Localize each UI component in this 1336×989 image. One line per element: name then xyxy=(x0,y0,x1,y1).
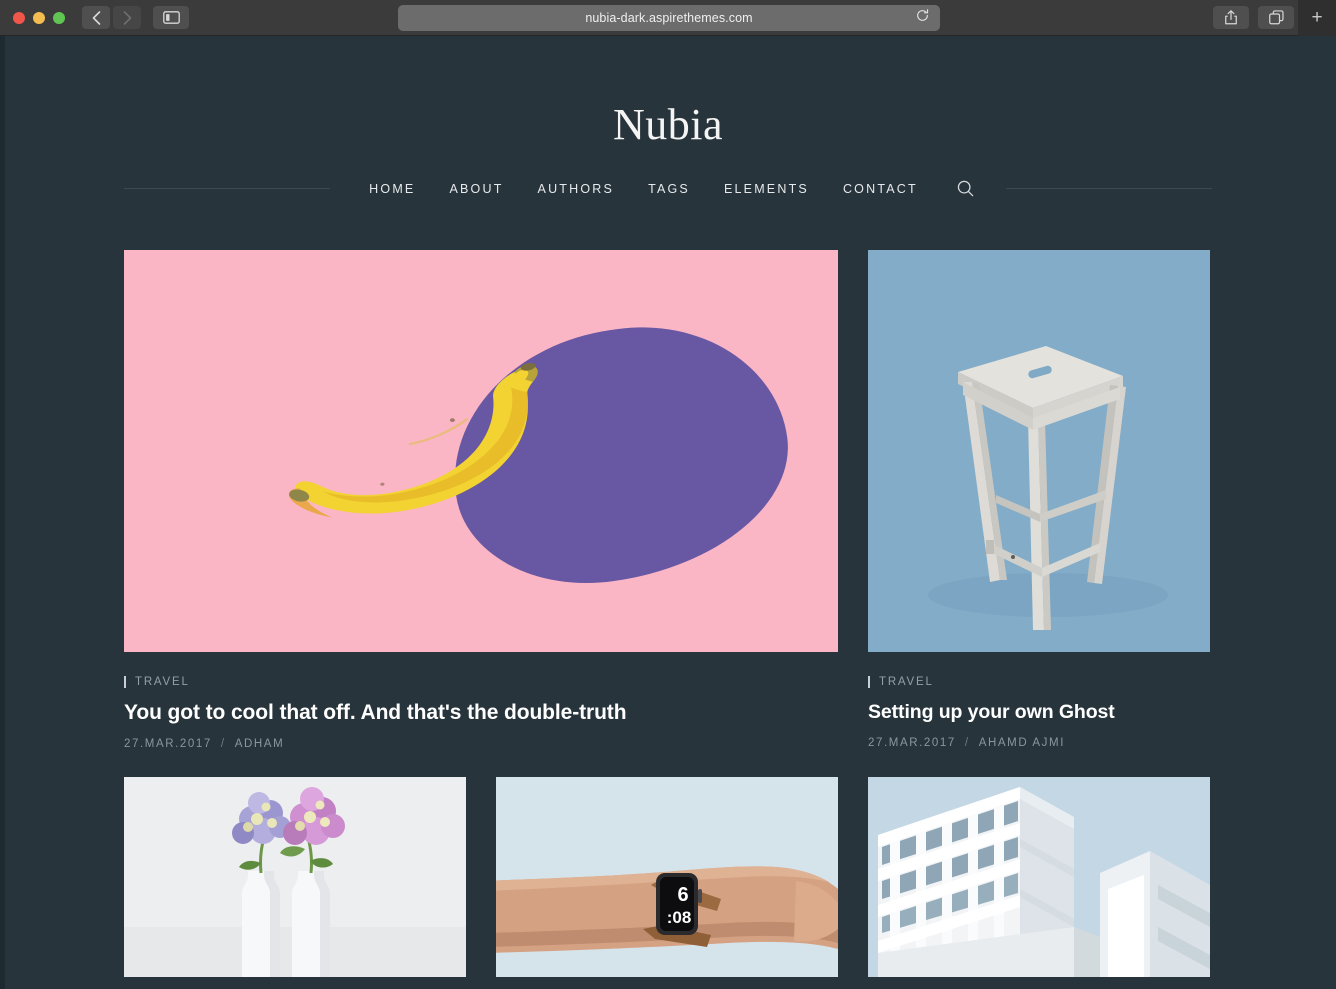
chevron-right-icon xyxy=(123,10,131,25)
url-text: nubia-dark.aspirethemes.com xyxy=(585,11,753,25)
search-button[interactable] xyxy=(935,180,984,197)
post-thumbnail-flowers[interactable] xyxy=(124,777,466,977)
tag-bar-icon xyxy=(124,676,126,688)
post-card-flowers[interactable] xyxy=(124,777,466,977)
sidebar-toggle-icon xyxy=(162,11,180,24)
new-tab-label: + xyxy=(1311,7,1323,28)
new-tab-button[interactable]: + xyxy=(1298,0,1336,36)
minimize-window-button[interactable] xyxy=(33,11,45,24)
toolbar-right-actions xyxy=(1213,6,1294,29)
smartwatch-illustration: 6 :08 xyxy=(496,777,838,977)
back-button[interactable] xyxy=(82,6,110,29)
nav-item-about[interactable]: ABOUT xyxy=(432,182,520,196)
reload-button[interactable] xyxy=(916,9,929,27)
address-bar[interactable]: nubia-dark.aspirethemes.com xyxy=(398,5,940,31)
post-category-label: TRAVEL xyxy=(135,676,190,688)
building-illustration xyxy=(868,777,1210,977)
post-title-secondary[interactable]: Setting up your own Ghost xyxy=(868,701,1210,724)
forward-button[interactable] xyxy=(113,6,141,29)
stool-illustration xyxy=(868,250,1210,652)
post-category-label: TRAVEL xyxy=(879,676,934,688)
post-grid-row-1: TRAVEL You got to cool that off. And tha… xyxy=(0,250,1336,750)
window-left-edge xyxy=(0,36,5,989)
chevron-left-icon xyxy=(92,10,100,25)
share-icon xyxy=(1225,10,1237,25)
nubia-blog-page: Nubia HOME ABOUT AUTHORS TAGS ELEMENTS C… xyxy=(0,36,1336,977)
page-viewport: Nubia HOME ABOUT AUTHORS TAGS ELEMENTS C… xyxy=(0,36,1336,989)
post-card-secondary[interactable]: TRAVEL Setting up your own Ghost 27.MAR.… xyxy=(868,250,1210,750)
nav-rule-right xyxy=(1005,188,1213,189)
browser-window: nubia-dark.aspirethemes.com + Nubia HOME… xyxy=(0,0,1336,989)
post-category-secondary[interactable]: TRAVEL xyxy=(868,676,1210,688)
post-author[interactable]: ADHAM xyxy=(235,738,285,750)
banana-illustration xyxy=(267,359,645,544)
meta-separator: / xyxy=(964,737,970,749)
show-tabs-button[interactable] xyxy=(1258,6,1294,29)
nav-item-home[interactable]: HOME xyxy=(352,182,432,196)
show-tabs-icon xyxy=(1268,10,1284,25)
post-date: 27.MAR.2017 xyxy=(124,738,212,750)
window-traffic-lights xyxy=(0,11,65,24)
flowers-illustration xyxy=(124,777,466,977)
post-grid-row-2: 6 :08 xyxy=(0,777,1336,977)
nav-rule-left xyxy=(124,188,331,189)
nav-item-contact[interactable]: CONTACT xyxy=(826,182,935,196)
nav-item-authors[interactable]: AUTHORS xyxy=(521,182,632,196)
post-thumbnail-building[interactable] xyxy=(868,777,1210,977)
site-header-nav: HOME ABOUT AUTHORS TAGS ELEMENTS CONTACT xyxy=(0,180,1336,197)
close-window-button[interactable] xyxy=(13,11,25,24)
post-date: 27.MAR.2017 xyxy=(868,737,956,749)
post-category-featured[interactable]: TRAVEL xyxy=(124,676,838,688)
nav-item-tags[interactable]: TAGS xyxy=(631,182,707,196)
navigation-buttons xyxy=(82,6,141,29)
post-title-featured[interactable]: You got to cool that off. And that's the… xyxy=(124,701,838,725)
main-navigation: HOME ABOUT AUTHORS TAGS ELEMENTS CONTACT xyxy=(330,180,1006,197)
svg-text::08: :08 xyxy=(667,908,692,927)
search-icon xyxy=(957,180,974,197)
reload-icon xyxy=(917,9,929,21)
post-author[interactable]: AHAMD AJMI xyxy=(979,737,1065,749)
post-thumbnail-watch[interactable]: 6 :08 xyxy=(496,777,838,977)
sidebar-button-wrap xyxy=(153,6,189,29)
sidebar-toggle-button[interactable] xyxy=(153,6,189,29)
svg-text:6: 6 xyxy=(677,884,688,906)
nav-item-elements[interactable]: ELEMENTS xyxy=(707,182,826,196)
post-card-building[interactable] xyxy=(868,777,1210,977)
address-bar-wrap: nubia-dark.aspirethemes.com xyxy=(398,5,940,31)
post-meta-secondary: 27.MAR.2017 / AHAMD AJMI xyxy=(868,737,1210,749)
site-title: Nubia xyxy=(612,100,724,149)
post-card-featured[interactable]: TRAVEL You got to cool that off. And tha… xyxy=(124,250,838,750)
post-thumbnail-banana[interactable] xyxy=(124,250,838,652)
meta-separator: / xyxy=(220,738,226,750)
post-meta-featured: 27.MAR.2017 / ADHAM xyxy=(124,738,838,750)
share-button[interactable] xyxy=(1213,6,1249,29)
tag-bar-icon xyxy=(868,676,870,688)
post-card-watch[interactable]: 6 :08 xyxy=(496,777,838,977)
maximize-window-button[interactable] xyxy=(53,11,65,24)
browser-toolbar: nubia-dark.aspirethemes.com + xyxy=(0,0,1336,36)
post-thumbnail-stool[interactable] xyxy=(868,250,1210,652)
